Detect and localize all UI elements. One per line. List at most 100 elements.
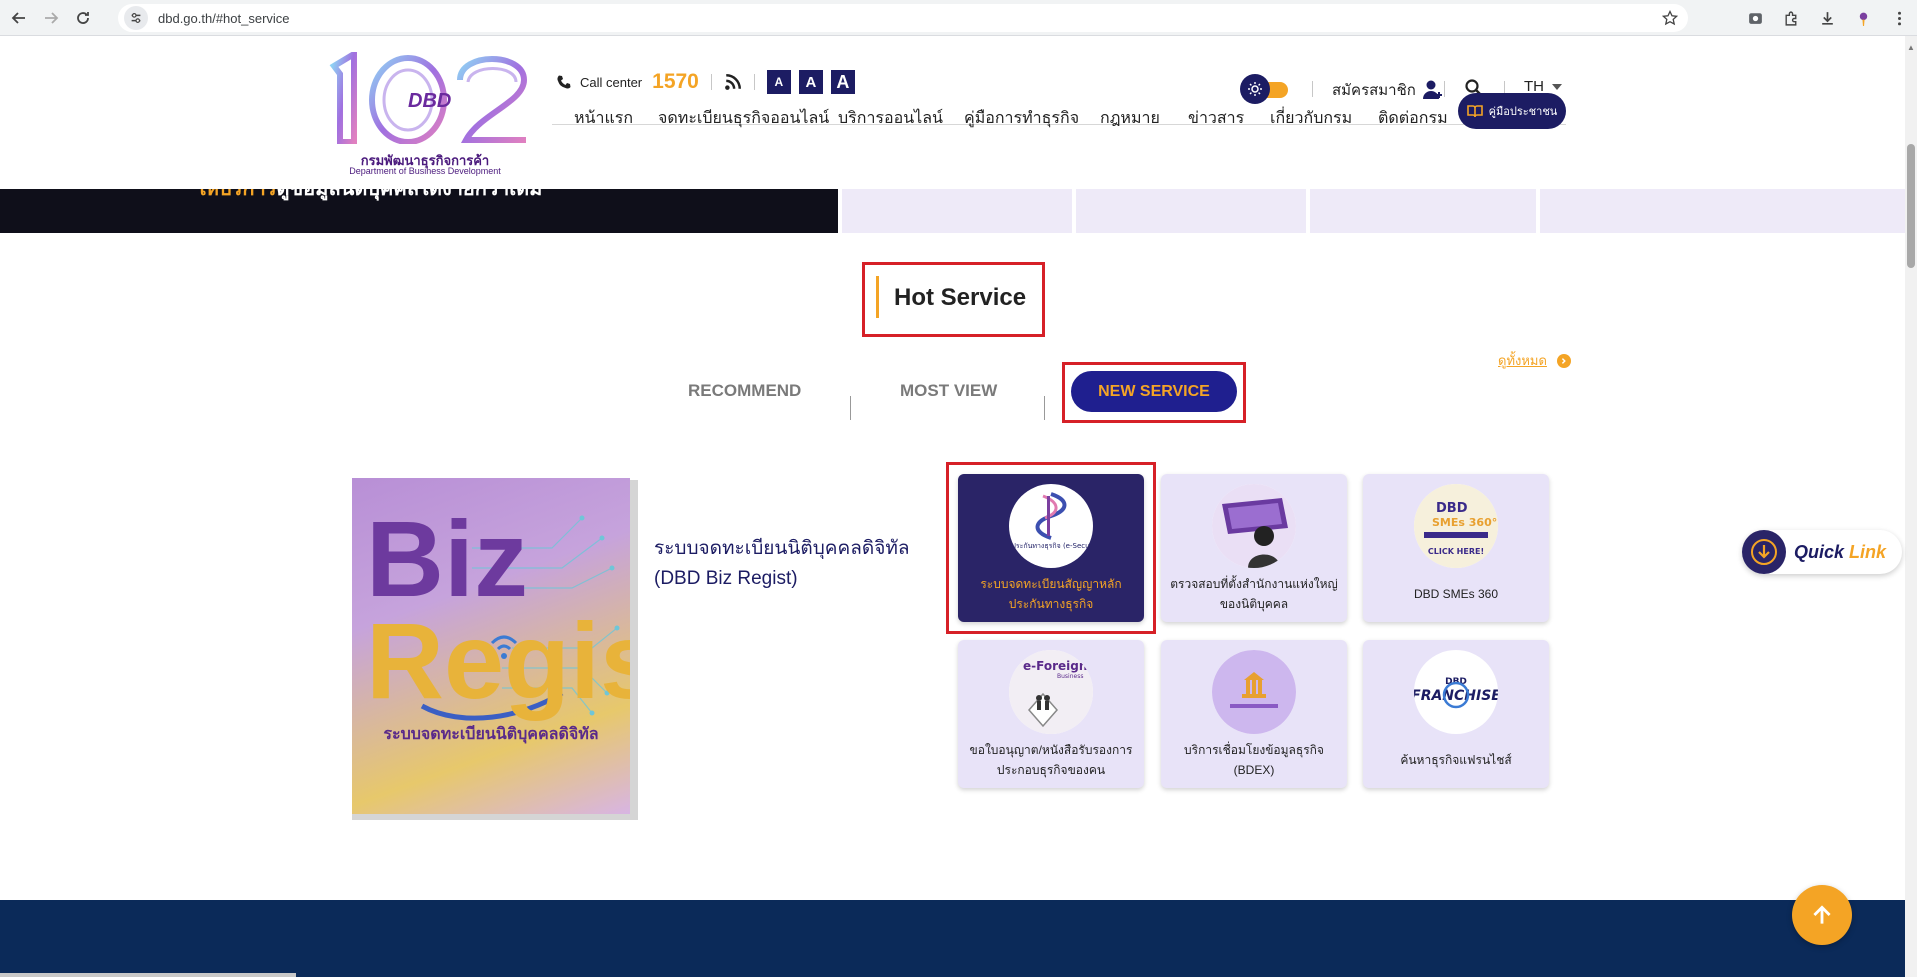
service-card-e-secured[interactable]: หลักประกันทางธุรกิจ (e-Secured) ระบบจดทะ… — [958, 474, 1144, 622]
svg-text:Business: Business — [1057, 673, 1083, 680]
hero-card[interactable] — [842, 189, 1072, 233]
rss-icon[interactable] — [724, 73, 742, 91]
nav-item-home[interactable]: หน้าแรก — [574, 106, 633, 131]
horizontal-scrollbar[interactable] — [0, 973, 296, 977]
hero-card[interactable] — [1310, 189, 1536, 233]
phone-icon — [557, 75, 571, 89]
service-card-label: ค้นหาธุรกิจแฟรนไชส์ — [1400, 753, 1512, 767]
browser-toolbar: dbd.go.th/#hot_service — [0, 0, 1917, 36]
bdex-logo-icon — [1212, 650, 1296, 734]
nav-item-online-services[interactable]: บริการออนไลน์ — [838, 106, 943, 131]
nav-item-contact[interactable]: ติดต่อกรม — [1378, 106, 1448, 131]
service-card-bdex[interactable]: บริการเชื่อมโยงข้อมูลธุรกิจ (BDEX) — [1161, 640, 1347, 788]
service-card-label: บริการเชื่อมโยงข้อมูลธุรกิจ (BDEX) — [1184, 743, 1324, 777]
view-all-link[interactable]: ดูทั้งหมด — [1498, 350, 1571, 371]
scroll-up-arrow-icon[interactable]: ▲ — [1907, 44, 1915, 52]
address-bar[interactable]: dbd.go.th/#hot_service — [118, 4, 1688, 32]
site-footer — [0, 900, 1905, 977]
service-card-e-foreign[interactable]: e-Foreign Business ขอใบอนุญาต/หนังสือรับ… — [958, 640, 1144, 788]
svg-text:FRANCHISE: FRANCHISE — [1414, 688, 1498, 704]
service-card-franchise[interactable]: DBD FRANCHISE ค้นหาธุรกิจแฟรนไชส์ — [1363, 640, 1549, 788]
download-circle-icon — [1742, 530, 1786, 574]
reload-button[interactable] — [70, 5, 96, 31]
svg-text:SMEs 360°: SMEs 360° — [1432, 516, 1497, 529]
arrow-up-icon — [1813, 905, 1831, 924]
office-location-illustration-icon — [1212, 484, 1296, 568]
logo-english-name: Department of Business Development — [349, 166, 501, 176]
tab-divider — [850, 396, 851, 420]
tab-most-view[interactable]: MOST VIEW — [900, 381, 997, 401]
site-header: DBD กรมพัฒนาธุรกิจการค้า Department of B… — [0, 36, 1905, 189]
section-title-accent — [876, 276, 879, 318]
page-scrollbar-thumb[interactable] — [1907, 144, 1915, 268]
user-plus-icon — [1422, 80, 1442, 99]
service-card-label: DBD SMEs 360 — [1413, 587, 1499, 601]
tab-new-service[interactable]: NEW SERVICE — [1071, 371, 1237, 412]
nav-item-online-registration[interactable]: จดทะเบียนธุรกิจออนไลน์ — [658, 106, 829, 131]
font-size-medium-button[interactable]: A — [798, 70, 823, 94]
extensions-puzzle-icon[interactable] — [1777, 4, 1805, 32]
back-button[interactable] — [6, 5, 32, 31]
divider — [1312, 81, 1313, 97]
featured-image-regist-text: Regist — [366, 600, 630, 721]
featured-image[interactable]: Biz Regist ระบบจดทะเบียนนิติบุคคลดิจิทัล — [352, 478, 630, 814]
citizen-guide-label: คู่มือประชาชน — [1488, 106, 1558, 118]
reload-icon — [77, 11, 89, 24]
tab-recommend[interactable]: RECOMMEND — [688, 381, 801, 401]
e-secured-logo-icon: หลักประกันทางธุรกิจ (e-Secured) — [1009, 484, 1093, 568]
browser-menu-icon[interactable] — [1885, 4, 1913, 32]
svg-text:CLICK HERE!: CLICK HERE! — [1428, 547, 1484, 556]
tab-divider — [1044, 396, 1045, 420]
service-card-label: ระบบจดทะเบียนสัญญาหลักประกันทางธุรกิจ — [980, 577, 1122, 611]
citizen-guide-button[interactable]: คู่มือประชาชน — [1458, 93, 1566, 129]
divider — [710, 74, 712, 90]
theme-toggle[interactable] — [1240, 74, 1290, 104]
svg-text:e-Foreign: e-Foreign — [1023, 659, 1087, 673]
site-settings-icon[interactable] — [124, 6, 148, 30]
featured-image-caption: ระบบจดทะเบียนนิติบุคคลดิจิทัล — [383, 726, 599, 743]
nav-item-law[interactable]: กฎหมาย — [1100, 106, 1160, 131]
browser-extensions — [1737, 4, 1917, 32]
arrow-left-icon — [11, 11, 25, 24]
service-card-label: ขอใบอนุญาต/หนังสือรับรองการประกอบธุรกิจข… — [969, 743, 1133, 777]
hero-card[interactable] — [1540, 189, 1905, 233]
font-size-small-button[interactable]: A — [766, 70, 791, 94]
sun-icon — [1240, 74, 1270, 104]
register-button[interactable]: สมัครสมาชิก — [1332, 78, 1444, 102]
svg-text:DBD: DBD — [1436, 501, 1468, 516]
register-label: สมัครสมาชิก — [1332, 82, 1416, 99]
download-icon[interactable] — [1813, 4, 1841, 32]
e-foreign-business-logo-icon: e-Foreign Business — [1009, 650, 1093, 734]
font-size-large-button[interactable]: A — [830, 70, 855, 94]
screenshot-extension-icon[interactable] — [1741, 4, 1769, 32]
smes-360-logo-icon: DBD SMEs 360° CLICK HERE! — [1414, 484, 1498, 568]
nav-item-about[interactable]: เกี่ยวกับกรม — [1270, 106, 1352, 131]
url-text: dbd.go.th/#hot_service — [158, 10, 290, 26]
header-utility-bar: Call center 1570 A A A — [556, 66, 863, 98]
forward-button[interactable] — [38, 5, 64, 31]
divider — [1444, 81, 1445, 97]
back-to-top-button[interactable] — [1792, 885, 1852, 945]
divider — [753, 74, 755, 90]
service-card-smes-360[interactable]: DBD SMEs 360° CLICK HERE! DBD SMEs 360 — [1363, 474, 1549, 622]
view-all-label: ดูทั้งหมด — [1498, 353, 1547, 368]
nav-item-news[interactable]: ข่าวสาร — [1188, 106, 1244, 131]
chevron-right-icon — [1556, 353, 1571, 368]
nav-item-business-guide[interactable]: คู่มือการทำธุรกิจ — [964, 106, 1079, 131]
hero-card[interactable] — [1076, 189, 1306, 233]
profile-avatar-icon[interactable] — [1849, 4, 1877, 32]
franchise-logo-icon: DBD FRANCHISE — [1414, 650, 1498, 734]
quick-link-label: Quick Link — [1794, 541, 1887, 562]
section-title: Hot Service — [894, 284, 1027, 311]
quick-link-button[interactable]: Quick Link — [1742, 530, 1902, 574]
call-center-label: Call center — [580, 74, 643, 90]
book-icon — [1466, 105, 1483, 118]
dbd-logo[interactable]: DBD กรมพัฒนาธุรกิจการค้า Department of B… — [320, 52, 530, 182]
arrow-right-icon — [45, 11, 59, 24]
bookmark-star-icon[interactable] — [1662, 10, 1678, 26]
service-card-label: ตรวจสอบที่ตั้งสำนักงานแห่งใหญ่ของนิติบุค… — [1170, 577, 1338, 611]
call-center-number[interactable]: 1570 — [652, 70, 699, 94]
chevron-down-icon — [1552, 83, 1562, 90]
featured-service-title[interactable]: ระบบจดทะเบียนนิติบุคคลดิจิทัล (DBD Biz R… — [654, 534, 914, 594]
service-card-office-location[interactable]: ตรวจสอบที่ตั้งสำนักงานแห่งใหญ่ของนิติบุค… — [1161, 474, 1347, 622]
